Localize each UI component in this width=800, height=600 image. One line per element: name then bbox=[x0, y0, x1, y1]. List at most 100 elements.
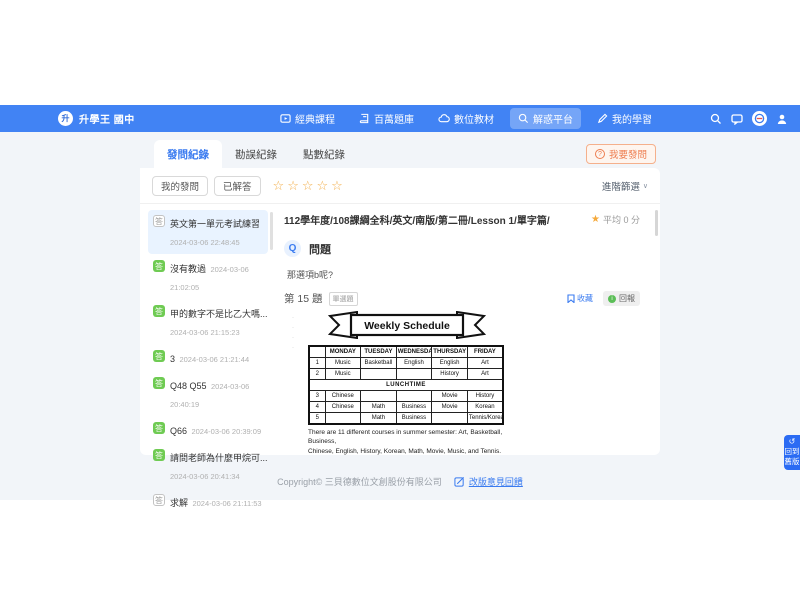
table-cell: History bbox=[432, 369, 468, 380]
breadcrumb-row: 112學年度/108課綱全科/英文/南版/第二冊/Lesson 1/單字篇/ ★… bbox=[284, 212, 646, 227]
table-cell: Tennis/Korean bbox=[467, 413, 503, 425]
paragraph-marks: ···· bbox=[292, 313, 294, 353]
table-cell bbox=[325, 413, 361, 425]
caption-line-1: There are 11 different courses in summer… bbox=[308, 429, 502, 445]
table-cell: Music bbox=[325, 369, 361, 380]
answer-badge: 答 bbox=[153, 350, 165, 362]
nav-item-qa-platform[interactable]: 解惑平台 bbox=[510, 108, 581, 129]
weekly-schedule-table: MONDAY TUESDAY WEDNESDAY THURSDAY FRIDAY… bbox=[308, 345, 504, 425]
nav-item-question-bank[interactable]: 百萬題庫 bbox=[351, 108, 422, 129]
message-icon[interactable] bbox=[731, 113, 743, 125]
table-cell: Music bbox=[325, 358, 361, 369]
question-q-icon: Q bbox=[284, 240, 301, 257]
list-item[interactable]: 答 3 2024-03-06 21:21:44 bbox=[148, 345, 268, 371]
qa-platform-icon bbox=[518, 113, 529, 124]
list-item[interactable]: 答 Q66 2024-03-06 20:39:09 bbox=[148, 417, 268, 443]
panel-body: 答 英文第一單元考試練習 2024-03-06 22:48:45 答 沒有教過 … bbox=[140, 204, 660, 454]
answer-badge: 答 bbox=[153, 422, 165, 434]
header-cell: TUESDAY bbox=[361, 346, 397, 358]
question-title: 沒有教過 bbox=[170, 264, 206, 274]
nav-item-digital-materials[interactable]: 數位教材 bbox=[430, 108, 502, 129]
back-to-old-line1: 回到 bbox=[784, 447, 800, 456]
table-cell: Math bbox=[361, 413, 397, 425]
tab-question-records[interactable]: 發問紀錄 bbox=[154, 140, 222, 168]
qa-workspace: 發問紀錄 勘誤紀錄 點數紀錄 ? 我要發問 我的發問 已解答 ☆ ☆ ☆ bbox=[140, 140, 660, 455]
answer-badge: 答 bbox=[153, 305, 165, 317]
average-score-label: 平均 0 分 bbox=[603, 213, 640, 226]
edit-icon bbox=[454, 476, 465, 487]
list-item[interactable]: 答 求解 2024-03-06 21:11:53 bbox=[148, 489, 268, 515]
table-cell bbox=[396, 369, 432, 380]
report-button[interactable]: i 回報 bbox=[603, 291, 640, 306]
table-cell bbox=[361, 369, 397, 380]
favorite-label: 收藏 bbox=[577, 293, 593, 304]
answer-badge: 答 bbox=[153, 377, 165, 389]
question-title: 英文第一單元考試練習 bbox=[170, 219, 260, 229]
star-icon[interactable]: ☆ bbox=[317, 179, 329, 192]
main-nav: 經典課程 百萬題庫 數位教材 bbox=[272, 105, 660, 132]
user-icon[interactable] bbox=[776, 113, 788, 125]
digital-material-icon bbox=[438, 113, 450, 124]
report-dot-icon: i bbox=[608, 295, 616, 303]
records-panel: 我的發問 已解答 ☆ ☆ ☆ ☆ ☆ 進階篩選 ∨ bbox=[140, 168, 660, 455]
topbar-right-icons bbox=[710, 105, 788, 132]
content-scrollbar[interactable] bbox=[655, 210, 658, 236]
question-list: 答 英文第一單元考試練習 2024-03-06 22:48:45 答 沒有教過 … bbox=[140, 204, 274, 454]
table-row: 3 Chinese Movie History bbox=[309, 391, 503, 402]
avatar-icon[interactable] bbox=[752, 111, 767, 126]
average-score: ★ 平均 0 分 bbox=[591, 213, 646, 226]
table-cell: 5 bbox=[309, 413, 325, 425]
nav-item-label: 解惑平台 bbox=[533, 111, 573, 126]
question-detail: 112學年度/108課綱全科/英文/南版/第二冊/Lesson 1/單字篇/ ★… bbox=[274, 204, 660, 454]
table-cell bbox=[432, 413, 468, 425]
back-to-old-version-button[interactable]: ↺ 回到 舊版 bbox=[784, 435, 800, 470]
nav-item-label: 百萬題庫 bbox=[374, 111, 414, 126]
nav-item-my-learning[interactable]: 我的學習 bbox=[589, 108, 660, 129]
table-cell: 2 bbox=[309, 369, 325, 380]
list-scrollbar[interactable] bbox=[270, 212, 273, 250]
question-title: 請問老師為什麼甲烷可... bbox=[170, 453, 268, 463]
table-row: 2 Music History Art bbox=[309, 369, 503, 380]
list-item[interactable]: 答 英文第一單元考試練習 2024-03-06 22:48:45 bbox=[148, 210, 268, 254]
star-icon[interactable]: ☆ bbox=[331, 179, 343, 192]
app-title: 升學王 國中 bbox=[79, 111, 135, 126]
ask-question-button[interactable]: ? 我要發問 bbox=[586, 144, 656, 164]
tab-errata-records[interactable]: 勘誤紀錄 bbox=[222, 140, 290, 168]
feedback-link[interactable]: 改版意見回饋 bbox=[454, 475, 523, 488]
list-item[interactable]: 答 甲的數字不是比乙大嗎... 2024-03-06 21:15:23 bbox=[148, 300, 268, 344]
video-course-icon bbox=[280, 113, 291, 124]
weekly-schedule-banner: Weekly Schedule bbox=[327, 311, 487, 339]
nav-item-label: 經典課程 bbox=[295, 111, 335, 126]
table-row: 1 Music Basketball English English Art bbox=[309, 358, 503, 369]
ask-question-label: 我要發問 bbox=[609, 147, 647, 161]
question-number: 第 15 題 bbox=[284, 291, 323, 306]
header-cell: THURSDAY bbox=[432, 346, 468, 358]
question-circle-icon: ? bbox=[595, 149, 605, 159]
nav-item-classic-courses[interactable]: 經典課程 bbox=[272, 108, 343, 129]
table-cell: 4 bbox=[309, 402, 325, 413]
star-icon[interactable]: ☆ bbox=[273, 179, 285, 192]
app-logo[interactable]: 升 升學王 國中 bbox=[58, 105, 135, 132]
advanced-filter-button[interactable]: 進階篩選 ∨ bbox=[602, 179, 648, 193]
question-time: 2024-03-06 21:21:44 bbox=[179, 355, 249, 364]
my-learning-icon bbox=[597, 113, 608, 124]
bookmark-icon bbox=[567, 294, 575, 303]
list-item[interactable]: 答 沒有教過 2024-03-06 21:02:05 bbox=[148, 255, 268, 299]
question-time: 2024-03-06 21:15:23 bbox=[170, 328, 240, 337]
table-cell: 3 bbox=[309, 391, 325, 402]
answered-filter-button[interactable]: 已解答 bbox=[214, 176, 261, 196]
tab-points-records[interactable]: 點數紀錄 bbox=[290, 140, 358, 168]
nav-item-label: 數位教材 bbox=[454, 111, 494, 126]
table-row: 5 Math Business Tennis/Korean bbox=[309, 413, 503, 425]
content-area: 發問紀錄 勘誤紀錄 點數紀錄 ? 我要發問 我的發問 已解答 ☆ ☆ ☆ bbox=[0, 132, 800, 500]
star-icon[interactable]: ☆ bbox=[302, 179, 314, 192]
advanced-filter-label: 進階篩選 bbox=[602, 179, 640, 193]
table-cell: History bbox=[467, 391, 503, 402]
list-item[interactable]: 答 Q48 Q55 2024-03-06 20:40:19 bbox=[148, 372, 268, 416]
question-type-badge: 單選題 bbox=[329, 292, 358, 306]
star-icon[interactable]: ☆ bbox=[287, 179, 299, 192]
star-filled-icon: ★ bbox=[591, 214, 600, 225]
search-icon[interactable] bbox=[710, 113, 722, 125]
my-questions-filter-button[interactable]: 我的發問 bbox=[152, 176, 208, 196]
favorite-button[interactable]: 收藏 bbox=[567, 293, 593, 304]
